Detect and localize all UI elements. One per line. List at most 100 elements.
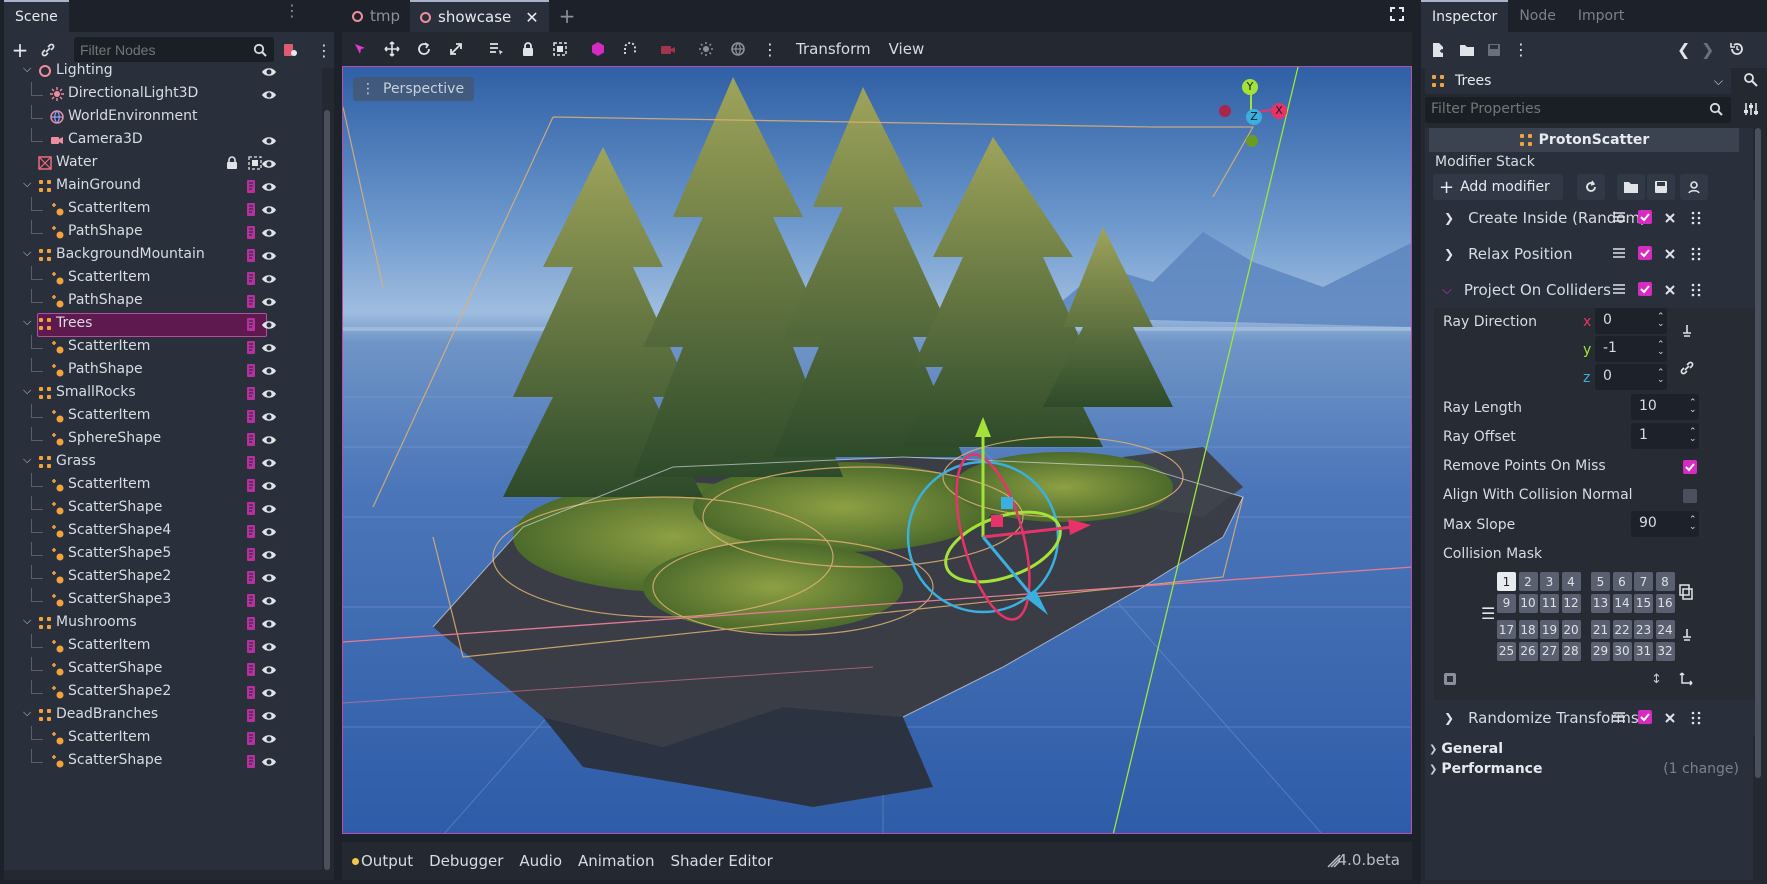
rotate-tool-icon[interactable]: [410, 35, 438, 63]
move-tool-icon[interactable]: [378, 35, 406, 63]
section-performance[interactable]: ❯ Performance (1 change): [1425, 760, 1751, 778]
visibility-eye-icon[interactable]: [261, 386, 277, 402]
tab-scene[interactable]: Scene: [4, 0, 69, 32]
visibility-eye-icon[interactable]: [261, 639, 277, 655]
list-select-icon[interactable]: [482, 35, 510, 63]
move-handle-icon[interactable]: ↕: [1651, 672, 1662, 687]
collision-layer-29[interactable]: 29: [1591, 641, 1610, 661]
visibility-eye-icon[interactable]: [261, 248, 277, 264]
filter-nodes-input[interactable]: [74, 37, 274, 63]
tab-output[interactable]: Output: [361, 852, 413, 870]
collision-layer-4[interactable]: 4: [1561, 572, 1581, 591]
visibility-eye-icon[interactable]: [261, 593, 277, 609]
load-preset-icon[interactable]: [1617, 174, 1645, 200]
link-icon[interactable]: [38, 40, 58, 60]
chevron-down-icon[interactable]: ⌵: [23, 62, 31, 76]
chevron-down-icon[interactable]: ⌵: [23, 246, 31, 260]
script-icon[interactable]: [246, 708, 258, 724]
collision-layer-22[interactable]: 22: [1612, 620, 1632, 639]
tab-shader-editor[interactable]: Shader Editor: [670, 852, 772, 870]
tab-showcase[interactable]: showcase ✕: [410, 0, 549, 32]
y-spin-icon[interactable]: ⌃ ⌄: [1657, 341, 1665, 357]
property-settings-icon[interactable]: [1743, 101, 1759, 121]
script-icon[interactable]: [246, 363, 258, 379]
more-options-icon[interactable]: ⋮: [756, 35, 784, 63]
script-icon[interactable]: [246, 179, 258, 195]
visibility-eye-icon[interactable]: [261, 363, 277, 379]
drag-handle-icon[interactable]: [1690, 211, 1702, 229]
collision-layer-24[interactable]: 24: [1655, 620, 1675, 639]
collision-layer-21[interactable]: 21: [1591, 620, 1610, 639]
chevron-right-icon[interactable]: ❯: [1444, 711, 1454, 725]
history-icon[interactable]: [1729, 41, 1745, 61]
save-icon[interactable]: [1487, 43, 1501, 61]
collision-layer-5[interactable]: 5: [1591, 572, 1610, 591]
visibility-eye-icon[interactable]: [261, 501, 277, 517]
lock-icon[interactable]: [514, 35, 542, 63]
menu-icon[interactable]: [1612, 210, 1626, 228]
visibility-eye-icon[interactable]: [261, 179, 277, 195]
collision-layer-18[interactable]: 18: [1518, 620, 1538, 639]
chevron-down-icon[interactable]: ⌵: [23, 614, 31, 628]
modifier-create-inside[interactable]: ❯ Create Inside (Random): [1434, 200, 1756, 236]
visibility-eye-icon[interactable]: [261, 271, 277, 287]
script-icon[interactable]: [246, 593, 258, 609]
documentation-icon[interactable]: [1680, 174, 1708, 200]
visibility-eye-icon[interactable]: [261, 340, 277, 356]
max-slope-spin-icon[interactable]: ⌃ ⌄: [1689, 516, 1697, 532]
section-general[interactable]: ❯ General: [1425, 740, 1751, 758]
visibility-eye-icon[interactable]: [261, 294, 277, 310]
script-icon[interactable]: [246, 478, 258, 494]
chevron-down-icon[interactable]: ⌵: [23, 706, 31, 720]
z-spin-icon[interactable]: ⌃ ⌄: [1657, 369, 1665, 385]
collision-layer-19[interactable]: 19: [1540, 620, 1559, 639]
collision-layer-9[interactable]: 9: [1497, 593, 1516, 613]
close-icon[interactable]: [1664, 248, 1676, 264]
visibility-eye-icon[interactable]: [261, 317, 277, 333]
collision-layer-30[interactable]: 30: [1612, 641, 1632, 661]
tab-animation[interactable]: Animation: [578, 852, 654, 870]
visibility-eye-icon[interactable]: [261, 570, 277, 586]
visibility-eye-icon[interactable]: [261, 156, 277, 172]
add-modifier-button[interactable]: + Add modifier: [1433, 174, 1563, 200]
snap-icon[interactable]: [616, 35, 644, 63]
visibility-eye-icon[interactable]: [261, 409, 277, 425]
script-icon[interactable]: [246, 547, 258, 563]
link-values-icon[interactable]: [1679, 360, 1695, 380]
sun-icon[interactable]: [692, 35, 720, 63]
dock-menu-icon[interactable]: ⋮: [284, 3, 300, 24]
chevron-down-icon[interactable]: ⌵: [1442, 283, 1452, 298]
script-icon[interactable]: [246, 524, 258, 540]
scene-options-icon[interactable]: ⋮: [316, 41, 332, 60]
scale-tool-icon[interactable]: [442, 35, 470, 63]
tab-audio[interactable]: Audio: [519, 852, 562, 870]
enabled-checkbox[interactable]: [1638, 710, 1652, 726]
tab-inspector[interactable]: Inspector: [1421, 0, 1509, 32]
collision-layer-32[interactable]: 32: [1655, 641, 1675, 661]
visibility-eye-icon[interactable]: [261, 225, 277, 241]
script-icon[interactable]: [246, 340, 258, 356]
open-folder-icon[interactable]: [1459, 43, 1475, 61]
drag-handle-icon[interactable]: [1690, 283, 1702, 301]
visibility-eye-icon[interactable]: [261, 662, 277, 678]
script-icon[interactable]: [246, 317, 258, 333]
gizmo-neg-y[interactable]: [1246, 135, 1258, 147]
script-icon[interactable]: [246, 271, 258, 287]
collision-layer-15[interactable]: 15: [1634, 593, 1653, 613]
tab-import[interactable]: Import: [1567, 0, 1635, 32]
fullscreen-icon[interactable]: [1390, 7, 1404, 25]
tab-debugger[interactable]: Debugger: [429, 852, 503, 870]
visibility-eye-icon[interactable]: [261, 432, 277, 448]
script-icon[interactable]: [246, 685, 258, 701]
collision-layer-26[interactable]: 26: [1518, 641, 1538, 661]
collision-layer-11[interactable]: 11: [1540, 593, 1559, 613]
select-tool-icon[interactable]: [346, 35, 374, 63]
modifier-project-on-colliders[interactable]: ⌵ Project On Colliders: [1434, 272, 1756, 308]
inspector-menu-icon[interactable]: ⋮: [1513, 40, 1529, 59]
gizmo-z[interactable]: Z: [1246, 109, 1262, 125]
filter-properties-field[interactable]: [1425, 97, 1731, 123]
script-icon[interactable]: [246, 202, 258, 218]
close-tab-icon[interactable]: ✕: [525, 8, 538, 27]
add-node-icon[interactable]: +: [10, 38, 30, 62]
local-space-icon[interactable]: [584, 35, 612, 63]
